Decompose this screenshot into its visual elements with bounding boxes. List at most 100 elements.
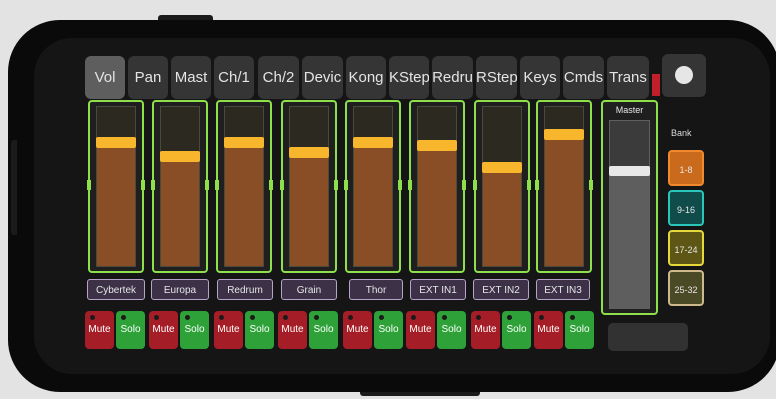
- fader-nub: [527, 180, 531, 190]
- mute-button[interactable]: Mute: [278, 311, 307, 349]
- solo-button[interactable]: Solo: [245, 311, 274, 349]
- mute-button[interactable]: Mute: [149, 311, 178, 349]
- bank-button-1-8[interactable]: 1-8: [668, 150, 704, 186]
- bank-button-17-24[interactable]: 17-24: [668, 230, 704, 266]
- mute-led-icon: [154, 315, 159, 320]
- channel-name-button[interactable]: EXT IN2: [473, 279, 529, 300]
- fader-4[interactable]: [280, 100, 338, 273]
- fader-nub: [280, 180, 284, 190]
- fader-handle[interactable]: [544, 129, 584, 140]
- solo-button[interactable]: Solo: [116, 311, 145, 349]
- channel-name-button[interactable]: Thor: [349, 279, 403, 300]
- fader-track: [544, 106, 584, 267]
- tab-kong[interactable]: Kong: [346, 56, 386, 99]
- fader-2[interactable]: [151, 100, 209, 273]
- solo-led-icon: [442, 315, 447, 320]
- mute-label: Mute: [346, 324, 369, 335]
- fader-fill: [354, 142, 392, 266]
- mute-label: Mute: [152, 324, 175, 335]
- fader-6[interactable]: [408, 100, 466, 273]
- tab-redru[interactable]: Redru: [432, 56, 473, 99]
- fader-3[interactable]: [215, 100, 273, 273]
- master-fader[interactable]: Master: [601, 100, 658, 315]
- solo-button[interactable]: Solo: [180, 311, 209, 349]
- fader-handle[interactable]: [160, 151, 200, 162]
- mute-led-icon: [539, 315, 544, 320]
- fader-track: [353, 106, 393, 267]
- solo-label: Solo: [249, 324, 270, 335]
- fader-handle[interactable]: [482, 162, 522, 173]
- fader-nub: [473, 180, 477, 190]
- mute-button[interactable]: Mute: [214, 311, 243, 349]
- channel-name-button[interactable]: EXT IN3: [536, 279, 590, 300]
- solo-button[interactable]: Solo: [309, 311, 338, 349]
- channel-name-button[interactable]: Grain: [281, 279, 337, 300]
- fader-nub: [87, 180, 91, 190]
- tab-trans[interactable]: Trans: [607, 56, 649, 99]
- channel-name-button[interactable]: EXT IN1: [410, 279, 466, 300]
- solo-button[interactable]: Solo: [502, 311, 531, 349]
- mute-led-icon: [476, 315, 481, 320]
- tab-kstep[interactable]: KStep: [389, 56, 429, 99]
- tab-keys[interactable]: Keys: [520, 56, 560, 99]
- mute-button[interactable]: Mute: [534, 311, 563, 349]
- fader-handle[interactable]: [417, 140, 457, 151]
- fader-fill: [545, 134, 583, 266]
- fader-fill: [161, 156, 199, 266]
- solo-led-icon: [379, 315, 384, 320]
- solo-button[interactable]: Solo: [374, 311, 403, 349]
- fader-nub: [205, 180, 209, 190]
- fader-nub: [141, 180, 145, 190]
- bank-label: Bank: [671, 128, 692, 138]
- scroll-indicator: [652, 74, 660, 96]
- fader-nub: [462, 180, 466, 190]
- tab-vol[interactable]: Vol: [85, 56, 125, 99]
- mute-button[interactable]: Mute: [471, 311, 500, 349]
- record-button[interactable]: [662, 54, 706, 97]
- blank-button[interactable]: [608, 323, 688, 351]
- solo-led-icon: [507, 315, 512, 320]
- mute-button[interactable]: Mute: [343, 311, 372, 349]
- fader-handle[interactable]: [96, 137, 136, 148]
- fader-nub: [408, 180, 412, 190]
- mute-button[interactable]: Mute: [85, 311, 114, 349]
- fader-5[interactable]: [344, 100, 402, 273]
- channel-name-button[interactable]: Europa: [151, 279, 209, 300]
- fader-track: [160, 106, 200, 267]
- fader-1[interactable]: [87, 100, 145, 273]
- fader-handle[interactable]: [289, 147, 329, 158]
- master-handle[interactable]: [609, 166, 650, 176]
- tab-rstep[interactable]: RStep: [476, 56, 517, 99]
- fader-nub: [334, 180, 338, 190]
- fader-8[interactable]: [535, 100, 593, 273]
- solo-label: Solo: [120, 324, 141, 335]
- fader-handle[interactable]: [224, 137, 264, 148]
- solo-button[interactable]: Solo: [565, 311, 594, 349]
- tab-devic[interactable]: Devic: [302, 56, 343, 99]
- mute-led-icon: [219, 315, 224, 320]
- fader-nub: [589, 180, 593, 190]
- tab-ch-1[interactable]: Ch/1: [214, 56, 254, 99]
- fader-7[interactable]: [473, 100, 531, 273]
- solo-label: Solo: [313, 324, 334, 335]
- bank-button-9-16[interactable]: 9-16: [668, 190, 704, 226]
- solo-button[interactable]: Solo: [437, 311, 466, 349]
- channel-name-button[interactable]: Redrum: [217, 279, 273, 300]
- fader-fill: [225, 142, 263, 266]
- tab-mast[interactable]: Mast: [171, 56, 211, 99]
- tab-ch-2[interactable]: Ch/2: [258, 56, 299, 99]
- bank-button-25-32[interactable]: 25-32: [668, 270, 704, 306]
- mute-label: Mute: [281, 324, 304, 335]
- tab-pan[interactable]: Pan: [128, 56, 168, 99]
- fader-handle[interactable]: [353, 137, 393, 148]
- mute-label: Mute: [537, 324, 560, 335]
- mute-led-icon: [348, 315, 353, 320]
- mute-led-icon: [90, 315, 95, 320]
- solo-led-icon: [314, 315, 319, 320]
- fader-fill: [290, 152, 328, 266]
- fader-fill: [483, 167, 521, 266]
- mute-label: Mute: [474, 324, 497, 335]
- mute-button[interactable]: Mute: [406, 311, 435, 349]
- channel-name-button[interactable]: Cybertek: [87, 279, 145, 300]
- tab-cmds[interactable]: Cmds: [563, 56, 604, 99]
